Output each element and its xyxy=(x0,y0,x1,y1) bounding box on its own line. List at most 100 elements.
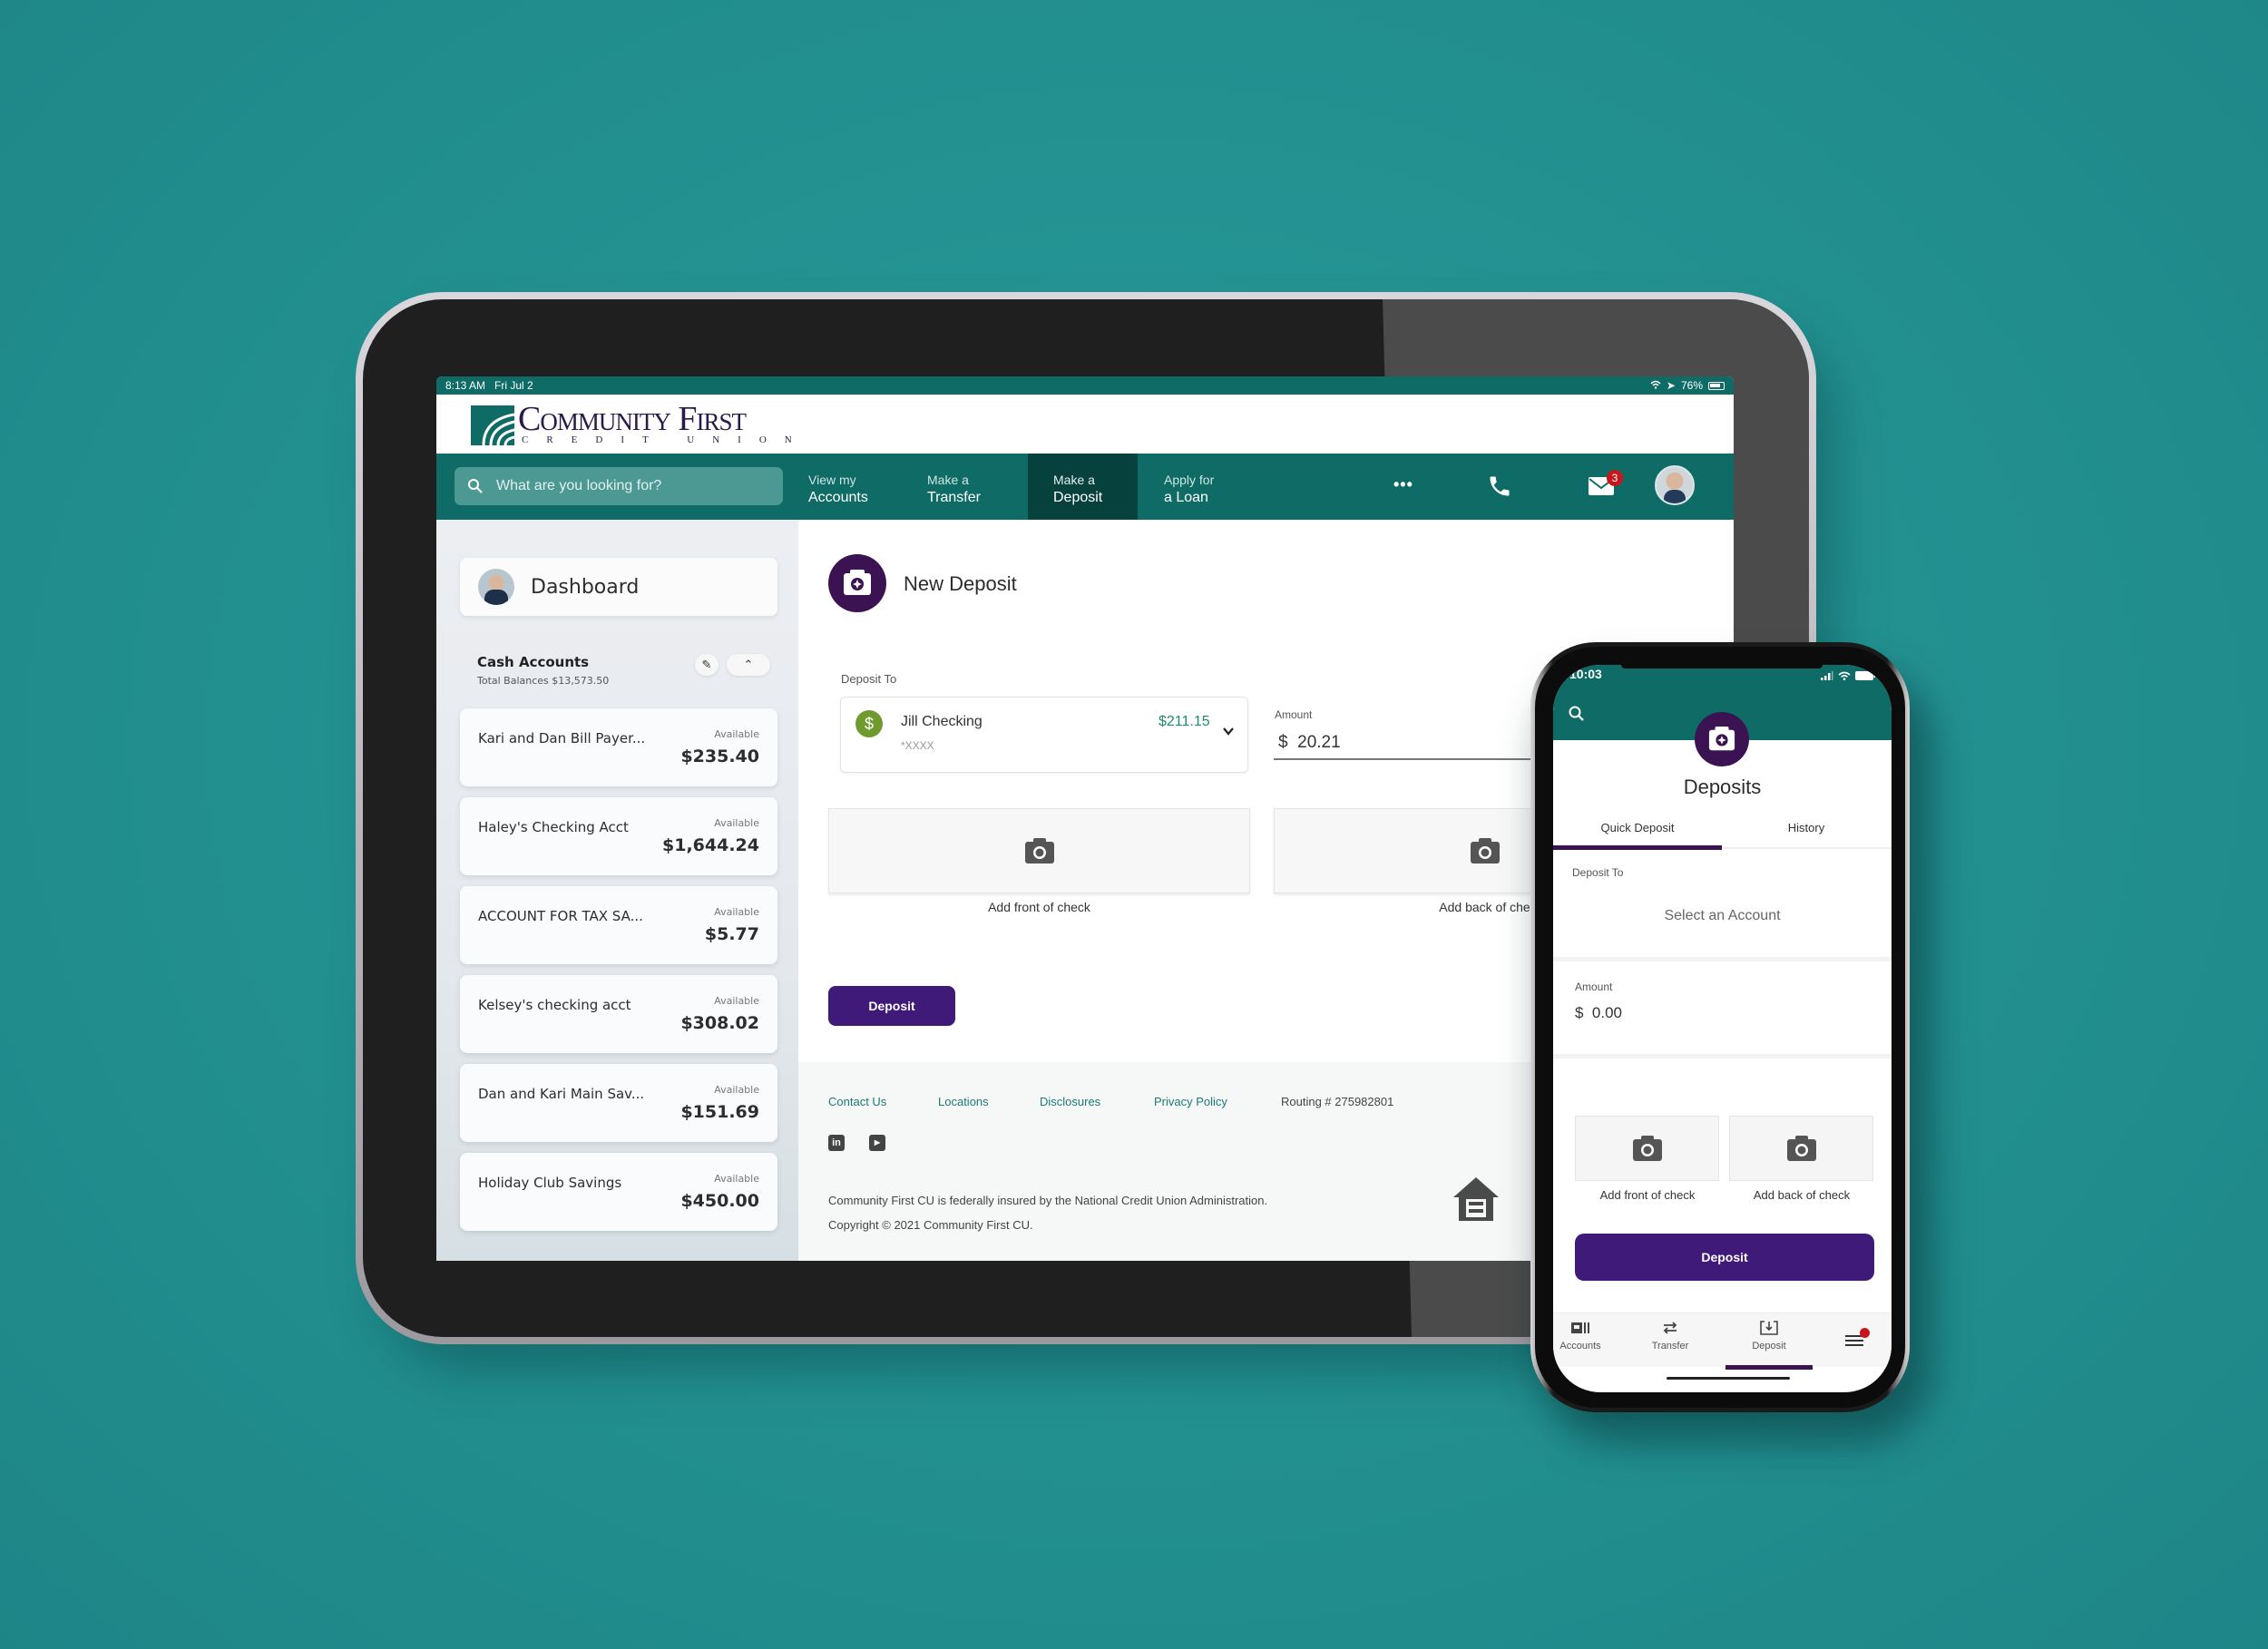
phone-add-back-check-button[interactable] xyxy=(1729,1116,1873,1181)
phone-notch xyxy=(1621,665,1823,668)
phone-add-front-check-button[interactable] xyxy=(1575,1116,1719,1181)
transfer-arrows-icon xyxy=(1661,1321,1679,1335)
home-indicator[interactable] xyxy=(1667,1377,1790,1380)
phone-amount-label: Amount xyxy=(1575,981,1613,993)
phone-deposit-to-label: Deposit To xyxy=(1572,866,1624,879)
deposit-button[interactable]: Deposit xyxy=(828,986,955,1026)
camera-icon xyxy=(1785,1134,1818,1163)
available-label: Available xyxy=(714,906,759,918)
section-divider xyxy=(1553,1054,1892,1059)
menu-notification-dot xyxy=(1860,1328,1870,1338)
sidebar: Dashboard Cash Accounts Total Balances $… xyxy=(436,520,798,1261)
account-card[interactable]: Dan and Kari Main Sav... Available $151.… xyxy=(460,1064,777,1142)
nav-item-small: Make a xyxy=(1053,473,1095,487)
youtube-icon[interactable]: ▶ xyxy=(869,1135,885,1151)
deposit-tray-icon xyxy=(1760,1321,1778,1335)
account-card[interactable]: Haley's Checking Acct Available $1,644.2… xyxy=(460,797,777,875)
nav-apply-loan[interactable]: Apply for a Loan xyxy=(1164,454,1264,520)
phone-search-icon[interactable] xyxy=(1568,705,1586,723)
account-name: Kari and Dan Bill Payer... xyxy=(478,730,646,746)
cash-accounts-header: Cash Accounts Total Balances $13,573.50 … xyxy=(477,654,781,687)
logo-mark-icon xyxy=(471,405,515,446)
account-card[interactable]: Kari and Dan Bill Payer... Available $23… xyxy=(460,708,777,786)
dashboard-title: Dashboard xyxy=(531,575,640,599)
nav-view-accounts[interactable]: View my Accounts xyxy=(808,454,908,520)
nav-item-label: Accounts xyxy=(808,490,868,505)
front-check-label: Add front of check xyxy=(988,900,1090,914)
available-label: Available xyxy=(714,728,759,740)
dashboard-link[interactable]: Dashboard xyxy=(460,558,777,616)
phone-deposit-button[interactable]: Deposit xyxy=(1575,1234,1874,1281)
footer-link-contact[interactable]: Contact Us xyxy=(828,1095,886,1108)
account-card[interactable]: ACCOUNT FOR TAX SA... Available $5.77 xyxy=(460,886,777,964)
tab-divider xyxy=(1722,847,1892,849)
selected-account-name: Jill Checking xyxy=(901,714,982,729)
battery-icon xyxy=(1708,381,1725,390)
phone-back-check-label: Add back of check xyxy=(1753,1188,1851,1202)
bottom-nav-label: Transfer xyxy=(1651,1341,1689,1351)
add-front-check-button[interactable] xyxy=(828,808,1250,893)
phone-screen: 10:03 Deposits Quick Deposit History Dep… xyxy=(1553,665,1892,1392)
status-date: Fri Jul 2 xyxy=(494,379,533,392)
nav-item-small: View my xyxy=(808,473,856,487)
linkedin-icon[interactable]: in xyxy=(828,1135,845,1151)
collapse-chevron-up-icon[interactable]: ⌃ xyxy=(727,654,770,676)
account-name: Kelsey's checking acct xyxy=(478,997,631,1013)
phone-status-icons xyxy=(1821,668,1875,685)
tab-quick-deposit[interactable]: Quick Deposit xyxy=(1553,821,1722,843)
bottom-nav-deposit[interactable]: Deposit xyxy=(1733,1321,1805,1351)
equal-housing-lender-icon xyxy=(1452,1176,1501,1223)
available-label: Available xyxy=(714,995,759,1007)
chevron-down-icon xyxy=(1222,725,1235,737)
nav-item-label: Deposit xyxy=(1053,490,1103,505)
footer-link-privacy[interactable]: Privacy Policy xyxy=(1154,1095,1227,1108)
phone-front-check-label: Add front of check xyxy=(1599,1188,1696,1202)
phone-icon[interactable] xyxy=(1487,473,1514,501)
wifi-icon xyxy=(1650,376,1661,395)
mail-icon[interactable]: 3 xyxy=(1589,470,1623,495)
dollar-icon: $ xyxy=(855,710,883,737)
search-input[interactable]: What are you looking for? xyxy=(455,467,783,505)
wifi-icon xyxy=(1838,668,1851,685)
bottom-nav-accounts[interactable]: Accounts xyxy=(1553,1321,1617,1351)
tablet-status-bar: 8:13 AM Fri Jul 2 ➤ 76% xyxy=(436,376,1734,395)
account-card[interactable]: Holiday Club Savings Available $450.00 xyxy=(460,1153,777,1231)
deposit-to-select[interactable]: $ Jill Checking *XXXX $211.15 xyxy=(840,697,1248,773)
account-balance: $5.77 xyxy=(704,924,759,944)
nav-make-deposit[interactable]: Make a Deposit xyxy=(1028,454,1138,520)
account-balance: $235.40 xyxy=(680,746,759,766)
status-time: 8:13 AM xyxy=(445,379,486,392)
amount-input[interactable]: $ 20.21 xyxy=(1274,713,1546,760)
mail-badge: 3 xyxy=(1607,470,1623,486)
section-divider xyxy=(1553,957,1892,961)
community-first-logo[interactable]: Community First CREDIT UNION xyxy=(471,402,810,446)
deposit-camera-icon xyxy=(1695,712,1749,766)
bottom-nav-transfer[interactable]: Transfer xyxy=(1634,1321,1706,1351)
search-icon xyxy=(467,478,484,494)
footer-link-locations[interactable]: Locations xyxy=(938,1095,989,1108)
account-balance: $308.02 xyxy=(680,1013,759,1033)
camera-icon xyxy=(1469,836,1501,865)
phone-bottom-nav: Accounts Transfer Deposit xyxy=(1553,1312,1892,1370)
edit-pencil-icon[interactable]: ✎ xyxy=(695,654,719,676)
phone-amount-input[interactable]: $ 0.00 xyxy=(1575,1004,1622,1022)
account-balance: $1,644.24 xyxy=(662,835,759,855)
tab-history[interactable]: History xyxy=(1722,821,1891,843)
sidebar-avatar xyxy=(478,569,514,605)
phone-status-time: 10:03 xyxy=(1569,667,1602,681)
account-name: Haley's Checking Acct xyxy=(478,819,629,835)
account-name: Holiday Club Savings xyxy=(478,1175,622,1191)
location-icon: ➤ xyxy=(1666,379,1676,392)
select-account-dropdown[interactable]: Select an Account xyxy=(1553,908,1892,924)
footer-link-disclosures[interactable]: Disclosures xyxy=(1040,1095,1100,1108)
account-card[interactable]: Kelsey's checking acct Available $308.02 xyxy=(460,975,777,1053)
nav-make-transfer[interactable]: Make a Transfer xyxy=(927,454,1018,520)
account-name: ACCOUNT FOR TAX SA... xyxy=(478,908,643,924)
header: Community First CREDIT UNION xyxy=(436,395,1734,454)
copyright-text: Copyright © 2021 Community First CU. xyxy=(828,1218,1033,1232)
selected-account-mask: *XXXX xyxy=(901,739,934,752)
more-icon[interactable]: ••• xyxy=(1393,475,1421,503)
active-tab-indicator xyxy=(1553,845,1722,850)
available-label: Available xyxy=(714,1173,759,1185)
user-avatar[interactable] xyxy=(1655,465,1695,505)
